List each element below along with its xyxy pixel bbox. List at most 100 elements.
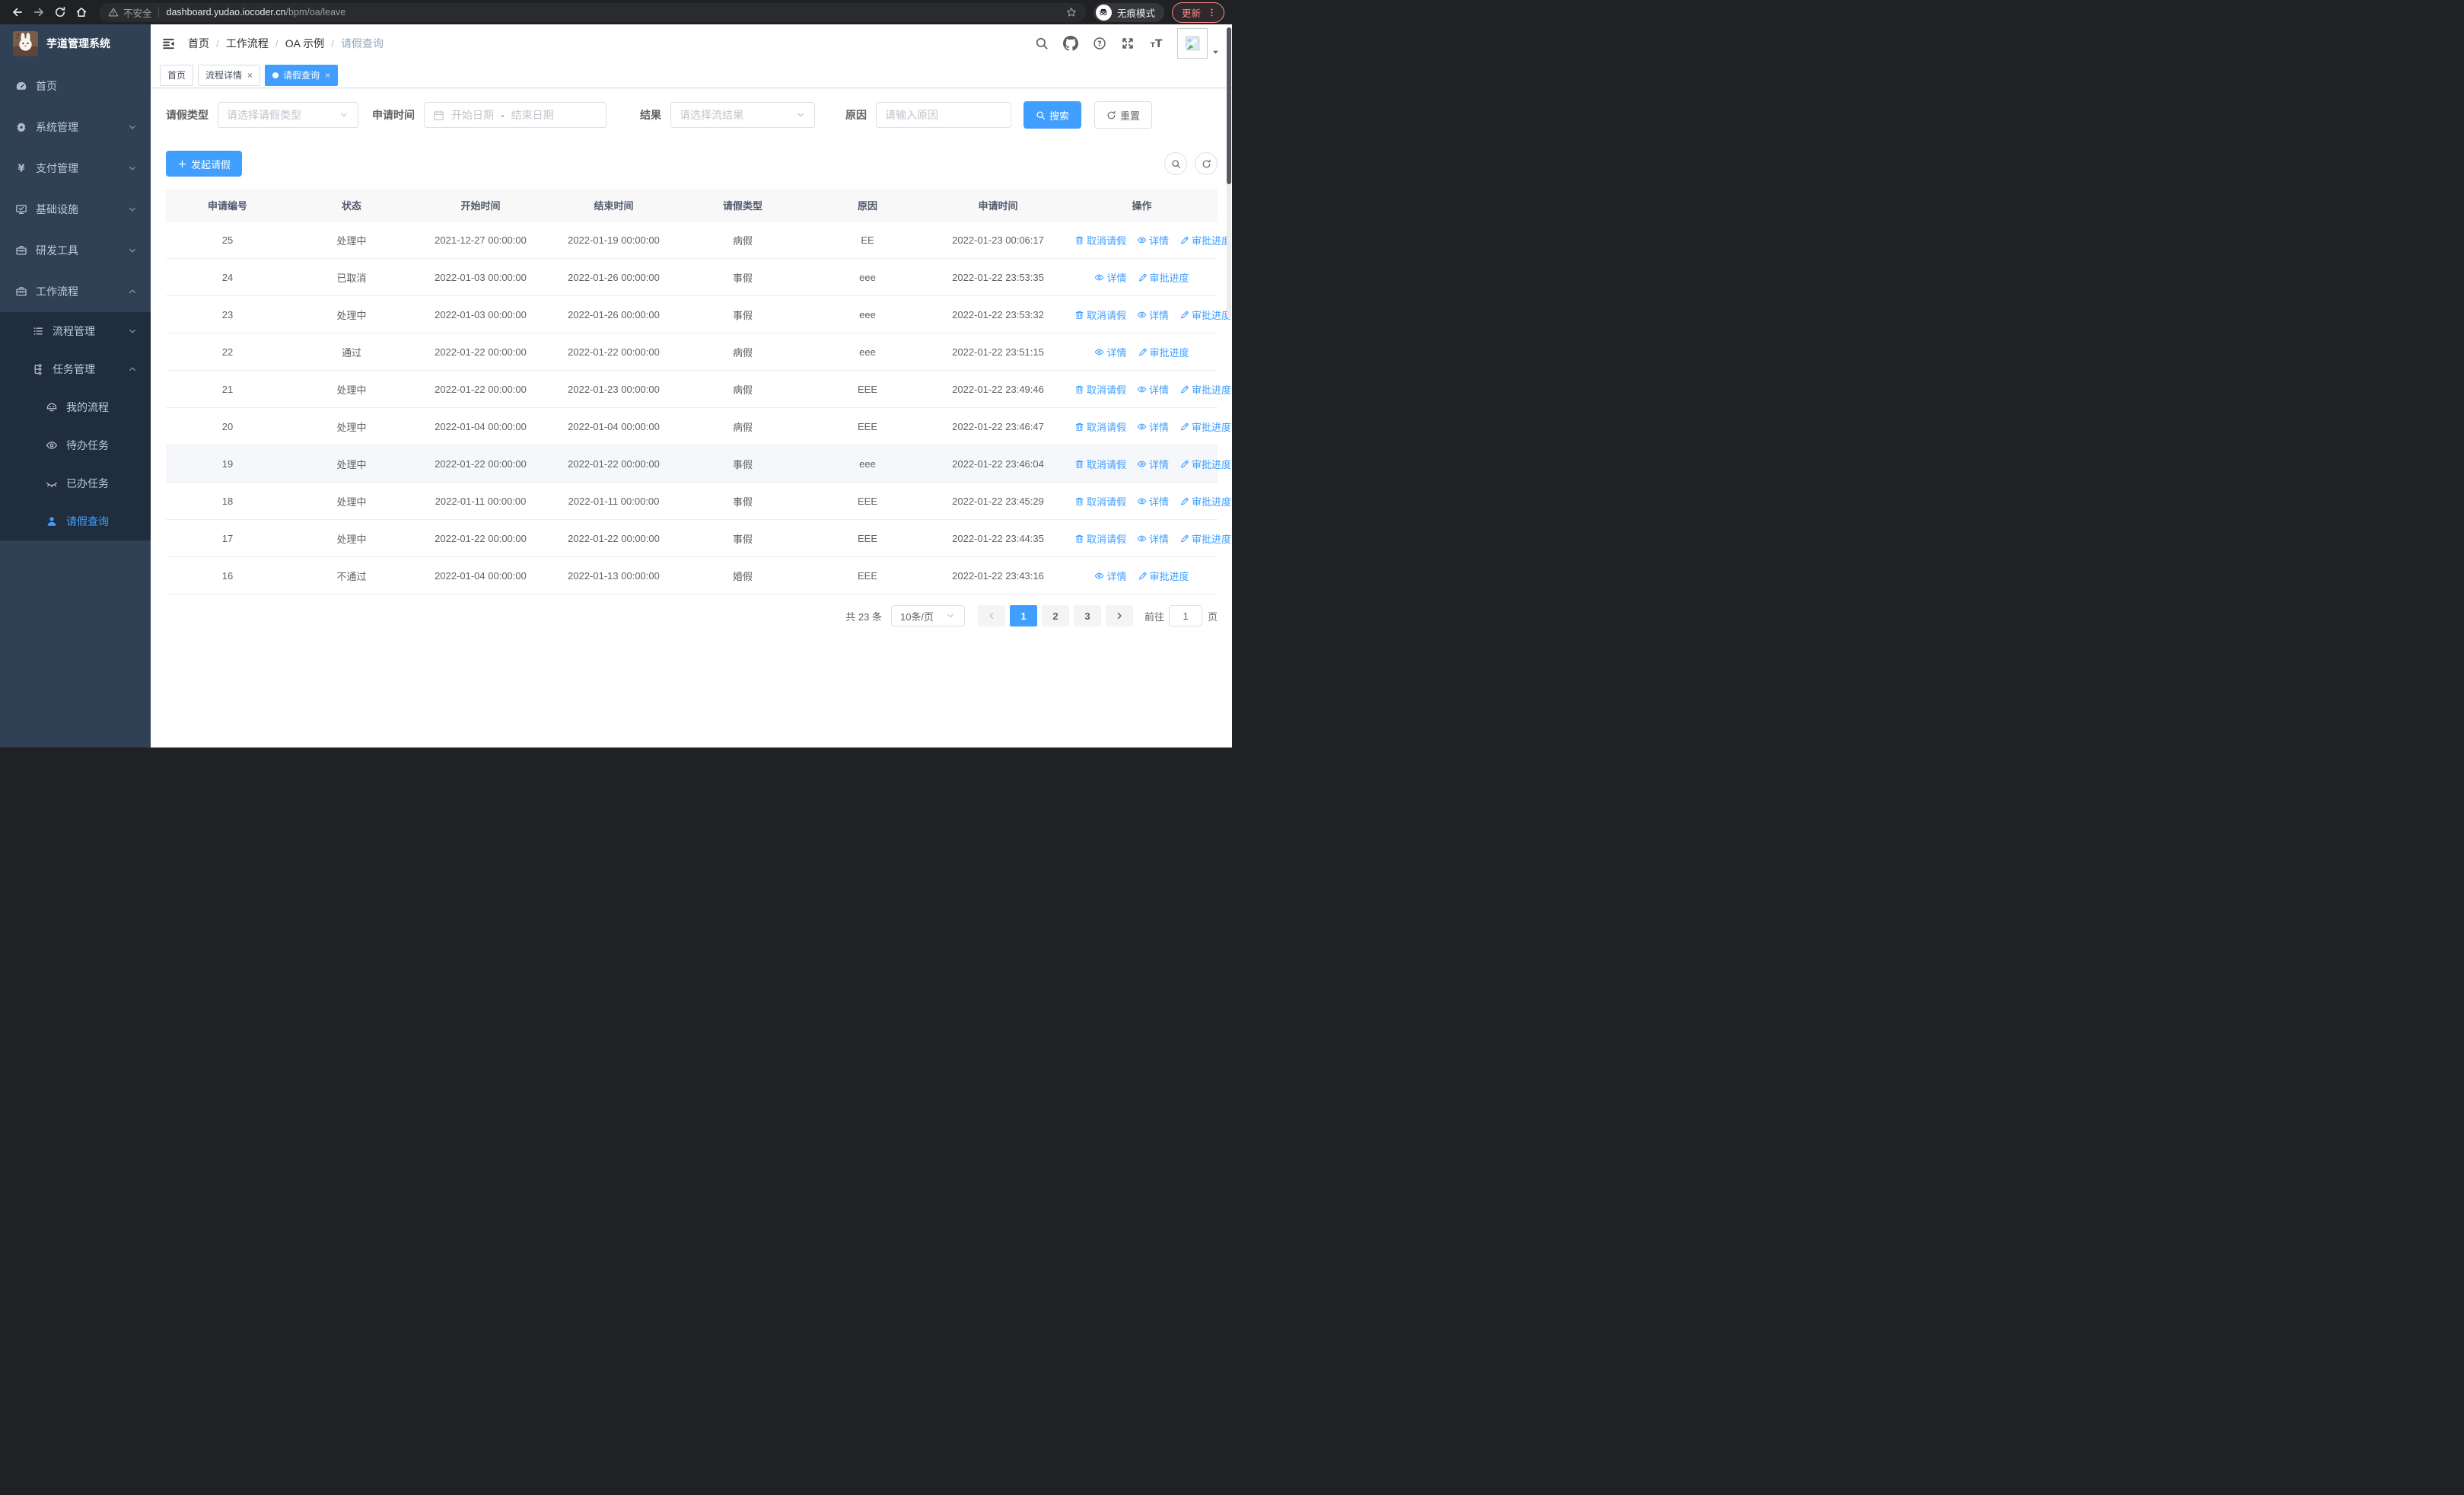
cell-reason: eee (805, 295, 930, 333)
page-button-2[interactable]: 2 (1041, 605, 1069, 626)
sidebar-item-my-process[interactable]: 我的流程 (0, 388, 151, 426)
page-button-1[interactable]: 1 (1009, 605, 1037, 626)
cell-status: 处理中 (289, 295, 414, 333)
breadcrumb-item[interactable]: 工作流程 (226, 36, 269, 51)
home-icon[interactable] (72, 2, 91, 22)
detail-link[interactable]: 详情 (1137, 494, 1169, 508)
forward-icon[interactable] (29, 2, 49, 22)
sidebar-item-payment[interactable]: ¥ 支付管理 (0, 148, 151, 189)
tab-leave-query[interactable]: 请假查询 × (265, 64, 339, 86)
approval-progress-link[interactable]: 审批进度 (1138, 345, 1189, 359)
approval-progress-link[interactable]: 审批进度 (1179, 457, 1231, 471)
detail-link[interactable]: 详情 (1137, 457, 1169, 471)
search-icon[interactable] (1035, 37, 1049, 50)
breadcrumb-item[interactable]: 首页 (188, 36, 209, 51)
total-count: 共 23 条 (845, 610, 882, 623)
sidebar-item-devtools[interactable]: 研发工具 (0, 230, 151, 271)
chevron-down-icon (128, 205, 137, 214)
close-icon[interactable]: × (247, 71, 253, 80)
more-menu-icon[interactable] (1207, 8, 1217, 18)
page-size-select[interactable]: 10条/页 (890, 605, 965, 626)
cell-reason: eee (805, 258, 930, 296)
approval-progress-link[interactable]: 审批进度 (1179, 419, 1231, 434)
sidebar-item-todo-task[interactable]: 待办任务 (0, 426, 151, 464)
update-button[interactable]: 更新 (1171, 2, 1224, 23)
cancel-leave-link[interactable]: 取消请假 (1074, 419, 1126, 434)
font-size-icon[interactable]: TT (1149, 37, 1163, 50)
show-search-button[interactable] (1164, 152, 1187, 175)
reset-button[interactable]: 重置 (1094, 101, 1153, 129)
cancel-leave-link[interactable]: 取消请假 (1074, 457, 1126, 471)
approval-progress-link[interactable]: 审批进度 (1179, 494, 1231, 508)
detail-link[interactable]: 详情 (1094, 345, 1127, 359)
date-range-input[interactable]: 开始日期 - 结束日期 (424, 102, 606, 128)
breadcrumb-item[interactable]: OA 示例 (285, 36, 324, 51)
reload-icon[interactable] (50, 2, 70, 22)
close-icon[interactable]: × (325, 71, 330, 80)
sidebar-item-workflow[interactable]: 工作流程 (0, 271, 151, 312)
approval-progress-link[interactable]: 审批进度 (1179, 308, 1231, 322)
search-button[interactable]: 搜索 (1023, 101, 1082, 129)
incognito-icon (1095, 4, 1112, 21)
cell-reason: eee (805, 445, 930, 483)
cancel-leave-link[interactable]: 取消请假 (1074, 233, 1126, 247)
tags-view-bar: 首页 流程详情 × 请假查询 × (151, 62, 1232, 88)
refresh-table-button[interactable] (1195, 152, 1218, 175)
create-leave-button[interactable]: 发起请假 (166, 151, 243, 177)
cancel-leave-link[interactable]: 取消请假 (1074, 531, 1126, 546)
app-logo[interactable]: 芋道管理系统 (0, 24, 151, 62)
view-icon (1137, 459, 1147, 469)
back-icon[interactable] (8, 2, 27, 22)
table-row: 20 处理中 2022-01-04 00:00:00 2022-01-04 00:00… (166, 407, 1231, 445)
user-icon (46, 515, 58, 528)
sidebar-item-process-management[interactable]: 流程管理 (0, 312, 151, 350)
sidebar-item-system[interactable]: 系统管理 (0, 107, 151, 148)
url[interactable]: dashboard.yudao.iocoder.cn/bpm/oa/leave (167, 7, 346, 18)
approval-progress-link[interactable]: 审批进度 (1138, 270, 1189, 285)
security-label[interactable]: 不安全 (123, 5, 152, 20)
warning-icon (108, 7, 119, 18)
help-icon[interactable]: ? (1093, 37, 1106, 50)
detail-link[interactable]: 详情 (1137, 233, 1169, 247)
approval-progress-link[interactable]: 审批进度 (1179, 233, 1231, 247)
sidebar-item-leave-query[interactable]: 请假查询 (0, 502, 151, 540)
sidebar-item-infrastructure[interactable]: 基础设施 (0, 189, 151, 230)
leave-type-select[interactable]: 请选择请假类型 (218, 102, 358, 128)
approval-progress-link[interactable]: 审批进度 (1179, 531, 1231, 546)
detail-link[interactable]: 详情 (1137, 308, 1169, 322)
detail-link[interactable]: 详情 (1094, 569, 1127, 583)
collapse-sidebar-icon[interactable] (162, 37, 175, 50)
result-select[interactable]: 请选择流结果 (670, 102, 815, 128)
detail-link[interactable]: 详情 (1137, 419, 1169, 434)
reason-input[interactable] (876, 102, 1011, 128)
detail-link[interactable]: 详情 (1137, 382, 1169, 397)
cell-id: 24 (166, 258, 289, 296)
cancel-leave-link[interactable]: 取消请假 (1074, 382, 1126, 397)
prev-page-button[interactable] (977, 605, 1005, 626)
user-avatar[interactable] (1177, 28, 1220, 59)
cell-end-time: 2022-01-11 00:00:00 (547, 482, 680, 520)
approval-progress-link[interactable]: 审批进度 (1179, 382, 1231, 397)
github-icon[interactable] (1063, 36, 1078, 51)
window-scrollbar-thumb[interactable] (1227, 27, 1231, 184)
delete-icon (1074, 384, 1084, 394)
dashboard-icon (15, 80, 27, 92)
tab-home[interactable]: 首页 (160, 64, 194, 86)
cancel-leave-link[interactable]: 取消请假 (1074, 308, 1126, 322)
sidebar-item-done-task[interactable]: 已办任务 (0, 464, 151, 502)
list-icon (32, 325, 44, 337)
approval-progress-link[interactable]: 审批进度 (1138, 569, 1189, 583)
cancel-leave-link[interactable]: 取消请假 (1074, 494, 1126, 508)
detail-link[interactable]: 详情 (1094, 270, 1127, 285)
next-page-button[interactable] (1105, 605, 1133, 626)
detail-link[interactable]: 详情 (1137, 531, 1169, 546)
sidebar-item-home[interactable]: 首页 (0, 65, 151, 107)
cell-end-time: 2022-01-22 00:00:00 (547, 445, 680, 483)
page-button-3[interactable]: 3 (1073, 605, 1101, 626)
goto-page-input[interactable] (1168, 605, 1202, 626)
bookmark-star-icon[interactable] (1066, 7, 1077, 18)
address-bar[interactable]: 不安全 dashboard.yudao.iocoder.cn/bpm/oa/le… (99, 2, 1086, 22)
tab-process-detail[interactable]: 流程详情 × (198, 64, 261, 86)
fullscreen-icon[interactable] (1121, 37, 1135, 50)
sidebar-item-task-management[interactable]: 任务管理 (0, 350, 151, 388)
